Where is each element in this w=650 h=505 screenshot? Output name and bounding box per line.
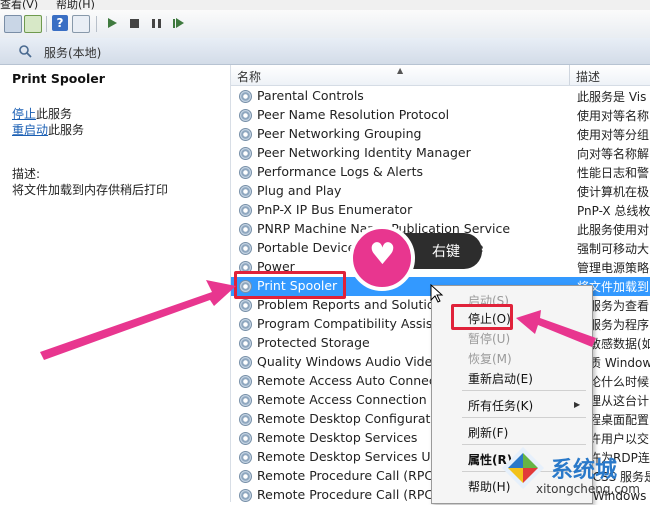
mouse-cursor-icon [430,284,444,303]
arrow-left-icon [40,280,236,360]
watermark-brand: 系统城 [551,458,618,483]
annotation-arrows [40,280,596,360]
arrow-right-icon [516,310,596,347]
watermark-url: xitongcheng.com [536,482,640,496]
